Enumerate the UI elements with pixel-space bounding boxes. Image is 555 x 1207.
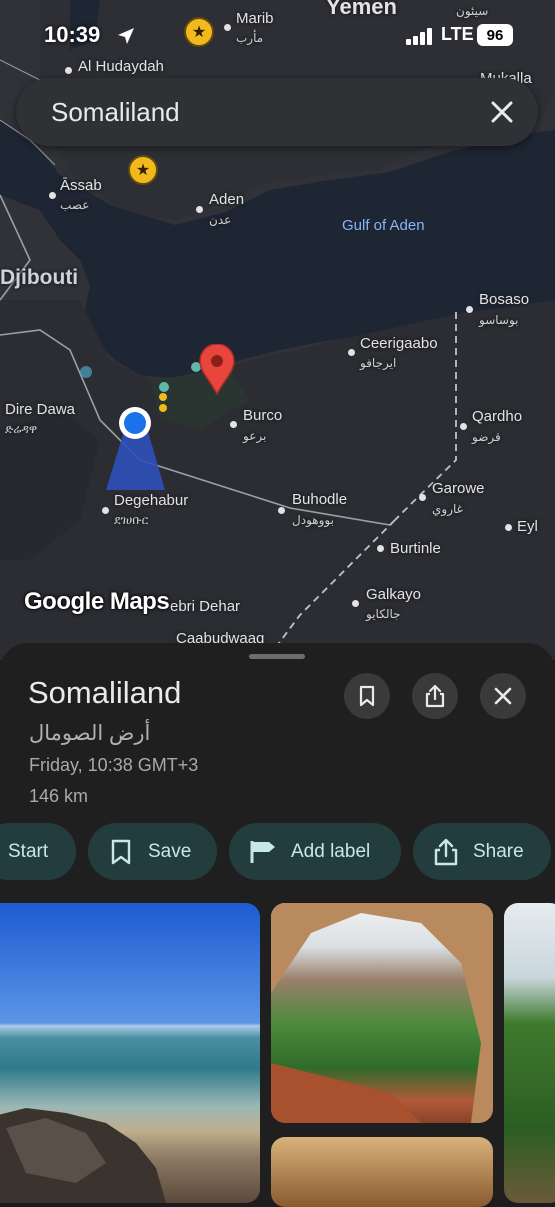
map-label-kebri-dehar: ebri Dehar — [170, 598, 241, 615]
city-dot — [102, 507, 109, 514]
search-bar[interactable]: Somaliland — [16, 78, 538, 146]
map-label-qardho: Qardho — [472, 408, 523, 425]
city-dot — [65, 67, 72, 74]
city-dot — [49, 192, 56, 199]
map-label-ceerigaabo: Ceerigaabo — [360, 335, 438, 352]
start-label: Start — [8, 840, 49, 862]
share-icon-button[interactable] — [412, 673, 458, 719]
map-label-seiyun: سيئون — [456, 4, 489, 18]
city-dot — [505, 524, 512, 531]
map-label-diredawa-am: ድሬዳዋ — [5, 422, 38, 436]
share-label: Share — [473, 840, 524, 862]
add-label-button[interactable]: Add label — [229, 823, 401, 880]
map-label-yemen: Yemen — [326, 0, 397, 19]
map-label-garowe-ar: غاروي — [432, 502, 463, 516]
close-button[interactable] — [480, 673, 526, 719]
save-icon-button[interactable] — [344, 673, 390, 719]
sheet-drag-handle[interactable] — [249, 654, 305, 659]
photo-rocks — [0, 1108, 166, 1203]
city-dot — [460, 423, 467, 430]
map-label-djibouti: Djibouti — [0, 266, 79, 289]
search-input[interactable]: Somaliland — [51, 97, 180, 128]
map-label-burtinle: Burtinle — [390, 540, 441, 557]
map-label-qardho-ar: قرضو — [472, 430, 501, 444]
bookmark-icon — [359, 685, 375, 707]
map-label-aden-ar: عدن — [209, 213, 232, 227]
city-dot — [466, 306, 473, 313]
place-sheet: Somaliland أرض الصومال Friday, 10:38 GMT… — [0, 643, 555, 1207]
signal-icon — [406, 28, 432, 45]
map-label-buhodle: Buhodle — [292, 491, 348, 508]
map-label-burco-ar: برعو — [243, 429, 267, 443]
bookmark-icon — [111, 839, 131, 864]
share-icon — [425, 684, 445, 708]
city-dot — [230, 421, 237, 428]
network-type: LTE — [441, 24, 474, 44]
map-label-ceerigaabo-ar: ايرجافو — [360, 356, 397, 370]
city-dot — [419, 494, 426, 501]
location-arrow-icon — [118, 28, 134, 44]
google-maps-watermark: Google Maps — [24, 588, 170, 615]
search-clear-icon[interactable] — [488, 98, 516, 126]
place-distance: 146 km — [29, 786, 89, 806]
map-label-burco: Burco — [243, 407, 283, 424]
status-bar: 10:39 LTE 96 — [0, 20, 555, 56]
add-label-label: Add label — [291, 840, 371, 862]
save-button[interactable]: Save — [88, 823, 217, 880]
city-dot — [377, 545, 384, 552]
place-photo[interactable] — [504, 903, 555, 1203]
map-label-bosaso-ar: بوساسو — [479, 313, 519, 327]
place-photo[interactable] — [271, 903, 493, 1123]
map-label-eyl: Eyl — [517, 518, 538, 535]
place-photo[interactable] — [271, 1137, 493, 1207]
map-label-aden: Aden — [209, 191, 245, 208]
status-time: 10:39 — [44, 22, 101, 47]
map-label-galkayo: Galkayo — [366, 586, 422, 603]
save-label: Save — [148, 840, 192, 862]
close-icon — [494, 687, 512, 705]
share-button[interactable]: Share — [413, 823, 551, 880]
city-dot — [352, 600, 359, 607]
start-button[interactable]: Start — [0, 823, 76, 880]
map-label-galkayo-ar: جالكايو — [366, 607, 401, 621]
place-local-time: Friday, 10:38 GMT+3 — [29, 755, 199, 775]
battery-icon: 96 — [477, 24, 513, 46]
my-location-icon — [119, 407, 151, 439]
map-label-buhodle-ar: بووهودل — [292, 513, 334, 527]
photo-cave — [271, 903, 493, 1123]
location-pin-icon[interactable] — [198, 344, 236, 396]
map-label-bosaso: Bosaso — [479, 291, 530, 308]
map-label-gulf: Gulf of Aden — [342, 217, 425, 234]
map-label-assab-ar: عصب — [60, 198, 90, 212]
place-title: Somaliland — [28, 675, 182, 710]
place-photo[interactable] — [0, 903, 260, 1203]
map-label-degehabur-am: ደገሀቡር — [114, 513, 149, 527]
city-dot — [348, 349, 355, 356]
city-dot — [278, 507, 285, 514]
map-label-diredawa: Dire Dawa — [5, 401, 76, 418]
share-icon — [434, 838, 458, 865]
map-label-hudaydah: Al Hudaydah — [78, 58, 164, 75]
map-label-garowe: Garowe — [432, 480, 485, 497]
place-title-local: أرض الصومال — [29, 722, 151, 745]
star-icon[interactable]: ★ — [128, 155, 158, 185]
action-chips: Start Save Add label Share — [0, 823, 555, 881]
map-label-assab: Āssab — [60, 177, 102, 194]
map-label-degehabur: Degehabur — [114, 492, 189, 509]
flag-icon — [250, 840, 275, 863]
city-dot — [196, 206, 203, 213]
